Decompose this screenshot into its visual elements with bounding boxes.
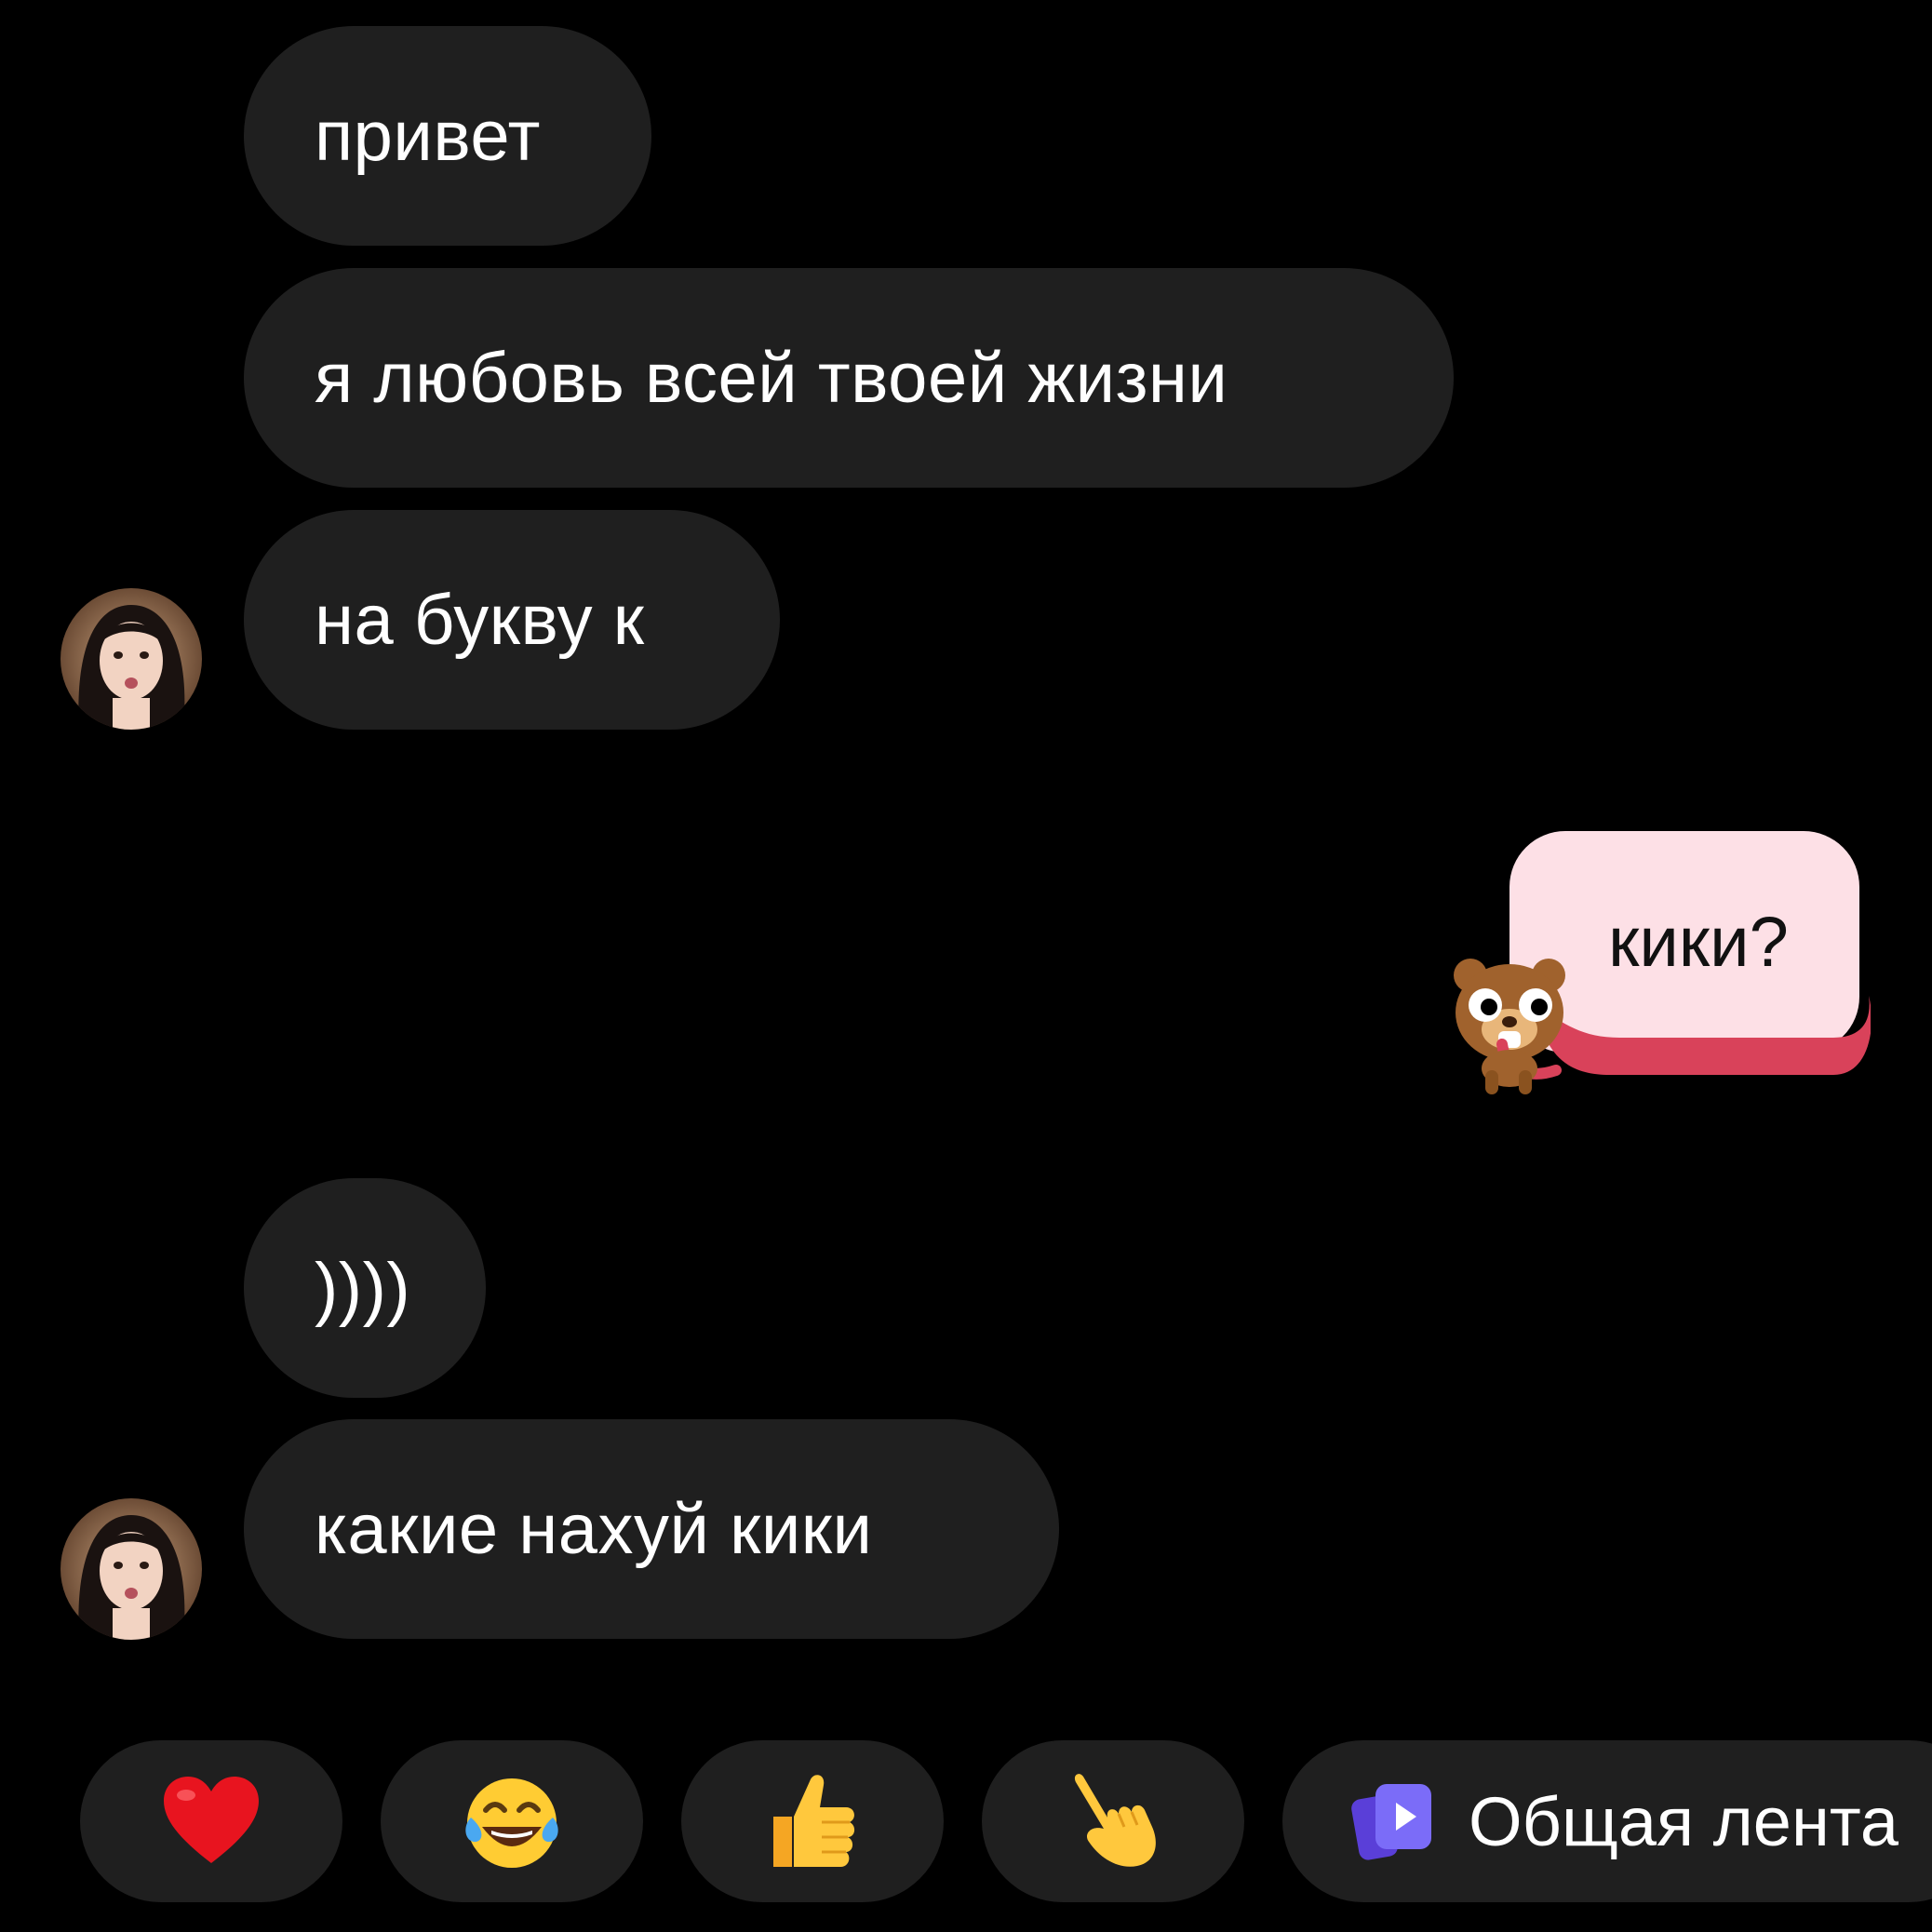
message-text: я любовь всей твоей жизни [315, 338, 1228, 418]
bear-sticker-icon [1454, 959, 1565, 1094]
reaction-laugh-button[interactable] [381, 1740, 643, 1902]
reaction-heart-button[interactable] [80, 1740, 342, 1902]
message-text: на букву к [315, 580, 645, 660]
message-bubble-received[interactable]: на букву к [244, 510, 780, 730]
message-text: какие нахуй кики [315, 1489, 873, 1569]
shared-feed-button[interactable]: Общая лента [1282, 1740, 1932, 1902]
avatar-photo [60, 588, 202, 730]
message-text: кики? [1608, 902, 1789, 982]
heart-icon [164, 1777, 259, 1863]
message-text: привет [315, 96, 541, 176]
reaction-thumbs-up-button[interactable] [681, 1740, 944, 1902]
message-bubble-received[interactable]: привет [244, 26, 651, 246]
avatar[interactable] [60, 1498, 202, 1640]
shared-feed-label: Общая лента [1469, 1782, 1899, 1860]
message-bubble-received[interactable]: я любовь всей твоей жизни [244, 268, 1454, 488]
avatar[interactable] [60, 588, 202, 730]
tears-of-joy-icon [465, 1778, 558, 1868]
message-text: )))) [315, 1248, 411, 1328]
reaction-pointing-button[interactable] [982, 1740, 1244, 1902]
pointing-down-hand-icon [1074, 1774, 1156, 1867]
message-bubble-received[interactable]: какие нахуй кики [244, 1419, 1059, 1639]
avatar-photo [60, 1498, 202, 1640]
message-bubble-received[interactable]: )))) [244, 1178, 486, 1398]
quick-reactions-bar: Общая лента [0, 1740, 1932, 1908]
thumbs-up-icon [773, 1775, 855, 1867]
feed-icon [1351, 1784, 1431, 1860]
chat-thread: привет я любовь всей твоей жизни на букв… [0, 0, 1932, 1731]
